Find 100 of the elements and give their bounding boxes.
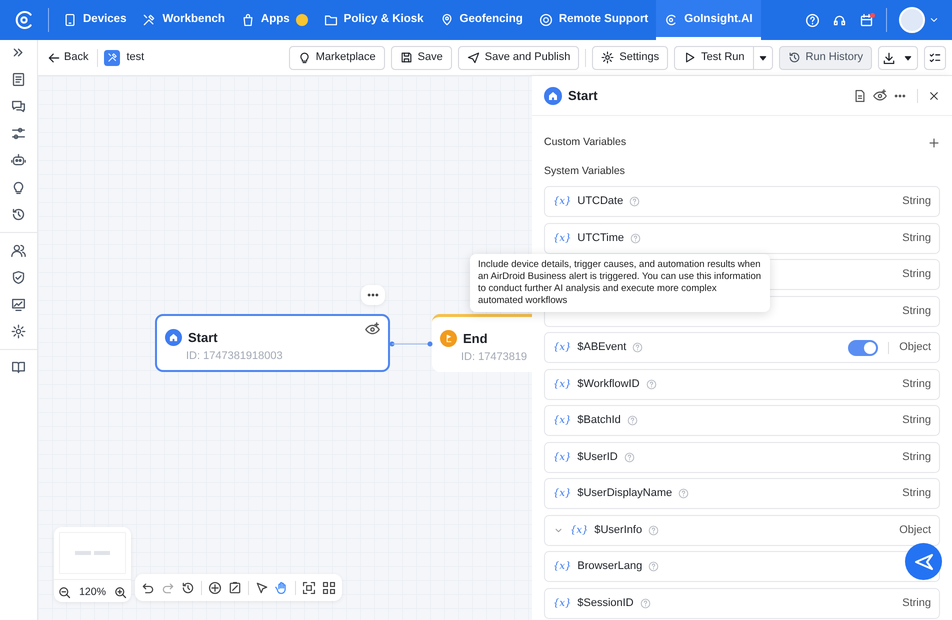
- variable-type: String: [902, 230, 931, 246]
- variable-type: String: [902, 486, 931, 502]
- tools-icon: [142, 13, 156, 27]
- folder-icon: [324, 13, 338, 27]
- variable-name: BrowserLang: [577, 559, 642, 574]
- shield-icon[interactable]: [11, 270, 26, 285]
- home-icon: [165, 329, 182, 346]
- variable-name: $BatchId: [577, 413, 621, 428]
- add-node-icon[interactable]: [208, 580, 222, 594]
- variable-name: $UserID: [577, 450, 618, 465]
- variable-name: $UserDisplayName: [577, 486, 672, 502]
- settings-icon[interactable]: [11, 324, 26, 339]
- variable-type: String: [902, 413, 931, 428]
- variable-icon: {x}: [553, 194, 572, 209]
- section-label: Custom Variables: [544, 135, 626, 150]
- variable-icon: {x}: [553, 376, 572, 392]
- eye-plus-icon[interactable]: [365, 322, 380, 337]
- section-label: System Variables: [543, 164, 626, 179]
- fit-view-icon[interactable]: [302, 580, 316, 594]
- home-icon: [544, 86, 562, 104]
- history-icon[interactable]: [181, 580, 195, 594]
- tooltip: Include device details, trigger causes, and automation results when an AirDroid Business alert is triggered. You can use this information to conduct further AI analysis and execute more complex automated workflows: [470, 254, 770, 312]
- document-icon[interactable]: [853, 88, 867, 102]
- toolbar-button[interactable]: Settings: [592, 46, 668, 70]
- shopping-bag-icon: [240, 13, 255, 27]
- variable-name: UTCDate: [577, 194, 624, 210]
- toggle-switch[interactable]: [848, 340, 878, 356]
- settings-icon: [601, 51, 614, 64]
- note-icon[interactable]: [228, 580, 242, 594]
- variable-icon: {x}: [553, 413, 572, 428]
- history-icon[interactable]: [11, 207, 26, 222]
- nav-tab[interactable]: Remote Support: [530, 0, 656, 40]
- chart-icon[interactable]: [11, 297, 26, 312]
- lifebuoy-icon: [538, 13, 553, 27]
- eye-plus-icon[interactable]: [873, 88, 887, 102]
- workflow-node[interactable]: End ID: 17473819: [432, 314, 532, 372]
- pointer-icon[interactable]: [255, 580, 269, 594]
- nav-tab[interactable]: Policy & Kiosk: [316, 0, 432, 40]
- download-icon: [882, 50, 896, 64]
- location-pin-icon: [440, 13, 454, 27]
- lightbulb-icon: [298, 51, 311, 64]
- nav-tab[interactable]: Geofencing: [432, 0, 531, 40]
- chat-icon[interactable]: [11, 99, 26, 114]
- document-icon[interactable]: [11, 72, 26, 87]
- workflow-icon: [104, 50, 120, 66]
- toolbar-button[interactable]: Marketplace: [288, 46, 385, 70]
- toolbar-button[interactable]: Save: [390, 46, 452, 70]
- undo-icon[interactable]: [141, 580, 155, 594]
- robot-icon[interactable]: [11, 153, 26, 168]
- toolbar-button[interactable]: Run History: [778, 46, 872, 70]
- variable-name: $UserInfo: [594, 522, 642, 538]
- variable-type: String: [902, 596, 931, 611]
- paper-plane-icon: [466, 51, 480, 64]
- workflow-node[interactable]: Start ID: 1747381918003: [155, 314, 390, 372]
- variable-icon: {x}: [553, 486, 572, 501]
- add-icon[interactable]: [928, 137, 940, 149]
- book-icon[interactable]: [11, 360, 26, 375]
- paper-plane-icon: [914, 552, 934, 570]
- variable-type: String: [902, 304, 931, 319]
- nav-tab[interactable]: Devices: [55, 0, 134, 40]
- close-icon[interactable]: [928, 90, 940, 102]
- users-icon[interactable]: [11, 243, 26, 258]
- lightbulb-icon[interactable]: [11, 180, 26, 195]
- variable-icon: {x}: [570, 522, 588, 538]
- zoom-in-icon[interactable]: [114, 586, 127, 599]
- avatar[interactable]: [899, 7, 925, 33]
- nav-tab[interactable]: Workbench: [134, 0, 233, 40]
- node-id: ID: 1747381918003: [185, 348, 284, 364]
- variable-name: UTCTime: [577, 230, 624, 246]
- tablet-icon: [63, 13, 77, 27]
- calendar-icon[interactable]: [859, 12, 874, 28]
- layout-icon[interactable]: [322, 580, 336, 594]
- zoom-out-icon[interactable]: [58, 586, 72, 599]
- nav-tab[interactable]: GoInsight.AI: [656, 0, 761, 40]
- node-id: ID: 17473819: [460, 350, 528, 364]
- nav-tab[interactable]: Apps: [232, 0, 316, 40]
- checklist-icon: [928, 50, 942, 64]
- back-link[interactable]: Back: [44, 49, 92, 66]
- node-menu-button[interactable]: [361, 285, 385, 305]
- variable-type: Object: [899, 340, 931, 356]
- connector-line: [389, 341, 433, 347]
- node-title: End: [463, 330, 488, 348]
- variable-type: String: [902, 194, 931, 210]
- checklist-button[interactable]: [924, 46, 946, 70]
- variable-type: Object: [899, 522, 931, 538]
- variable-type: String: [902, 267, 931, 282]
- variable-type: String: [902, 376, 931, 392]
- variable-icon: {x}: [553, 230, 572, 246]
- back-arrow-icon: [47, 50, 61, 64]
- ai-logo-icon: [664, 13, 678, 27]
- minimap-preview: [59, 532, 126, 574]
- variable-icon: {x}: [553, 340, 572, 355]
- variable-name: $WorkflowID: [577, 376, 640, 392]
- variable-icon: {x}: [553, 596, 572, 610]
- workflow-name: test: [126, 50, 144, 66]
- sliders-icon[interactable]: [11, 126, 26, 141]
- flag-icon: [440, 330, 457, 348]
- variable-type: String: [902, 450, 931, 465]
- toolbar-button[interactable]: Save and Publish: [458, 46, 580, 70]
- variable-name: $ABEvent: [577, 340, 626, 356]
